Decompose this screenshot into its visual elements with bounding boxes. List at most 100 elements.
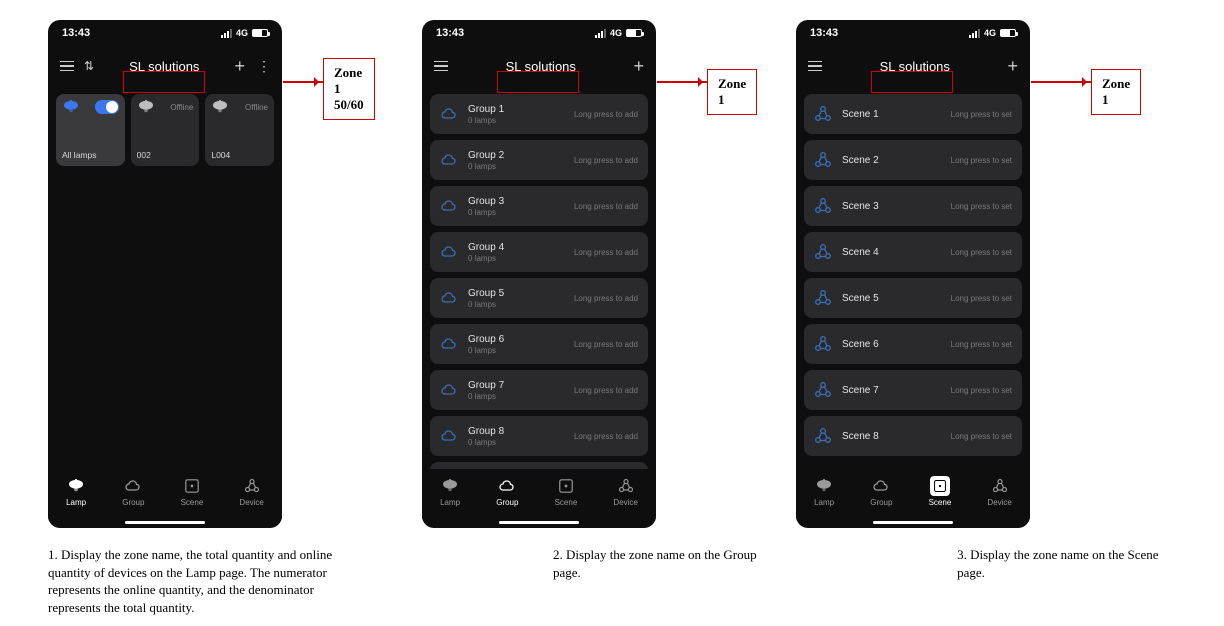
group-row[interactable]: Group 70 lampsLong press to add: [430, 370, 648, 410]
lamp-card-l004[interactable]: Offline L004: [205, 94, 274, 166]
group-hint: Long press to add: [574, 294, 638, 303]
scene-tab-icon: [182, 476, 202, 496]
phone-group: 13:43 4G SL solutions + Group 10 lampsLo…: [422, 20, 656, 528]
group-name: Group 7: [468, 380, 564, 391]
status-bar: 13:43 4G: [48, 20, 282, 46]
callout-text: Zone 1: [718, 76, 746, 107]
scene-hint: Long press to set: [951, 386, 1012, 395]
tab-scene[interactable]: Scene: [555, 476, 578, 507]
tab-device[interactable]: Device: [987, 476, 1011, 507]
cloud-icon: [440, 427, 458, 445]
add-icon[interactable]: +: [234, 56, 245, 77]
scene-hint: Long press to set: [951, 202, 1012, 211]
tab-group[interactable]: Group: [122, 476, 144, 507]
status-time: 13:43: [62, 27, 90, 39]
tab-label: Group: [496, 498, 518, 507]
lamp-card-all[interactable]: All lamps: [56, 94, 125, 166]
nav-bar: SL solutions +: [796, 46, 1030, 86]
phone-block-group: 13:43 4G SL solutions + Group 10 lampsLo…: [422, 20, 656, 528]
home-indicator: [499, 521, 579, 524]
group-row[interactable]: Group 20 lampsLong press to add: [430, 140, 648, 180]
scene-row[interactable]: Scene 7Long press to set: [804, 370, 1022, 410]
tab-label: Group: [122, 498, 144, 507]
group-sub: 0 lamps: [468, 254, 564, 263]
scene-row[interactable]: Scene 2Long press to set: [804, 140, 1022, 180]
tab-scene[interactable]: Scene: [929, 476, 952, 507]
lamp-toggle[interactable]: [95, 100, 119, 114]
tab-lamp[interactable]: Lamp: [814, 476, 834, 507]
lamp-card-002[interactable]: Offline 002: [131, 94, 200, 166]
group-row[interactable]: Group 40 lampsLong press to add: [430, 232, 648, 272]
home-indicator: [125, 521, 205, 524]
scene-content: Scene 1Long press to set Scene 2Long pres…: [796, 86, 1030, 469]
tab-lamp[interactable]: Lamp: [66, 476, 86, 507]
group-tab-icon: [497, 476, 517, 496]
status-right: 4G: [595, 28, 642, 38]
group-name: Group 4: [468, 242, 564, 253]
callout-arrow-3: [1031, 81, 1091, 83]
scene-tab-icon: [930, 476, 950, 496]
scene-row[interactable]: Scene 5Long press to set: [804, 278, 1022, 318]
scene-icon: [814, 289, 832, 307]
signal-icon: [969, 29, 980, 38]
menu-icon[interactable]: [808, 61, 822, 72]
group-row[interactable]: Group 30 lampsLong press to add: [430, 186, 648, 226]
scene-row[interactable]: Scene 6Long press to set: [804, 324, 1022, 364]
caption-3: 3. Display the zone name on the Scene pa…: [957, 546, 1184, 616]
scene-row[interactable]: Scene 4Long press to set: [804, 232, 1022, 272]
scene-row[interactable]: Scene 1Long press to set: [804, 94, 1022, 134]
group-row[interactable]: Group 60 lampsLong press to add: [430, 324, 648, 364]
lamp-icon: [137, 100, 155, 114]
status-right: 4G: [221, 28, 268, 38]
callout-text: 50/60: [334, 97, 364, 113]
status-right: 4G: [969, 28, 1016, 38]
battery-icon: [1000, 29, 1016, 37]
cloud-icon: [440, 197, 458, 215]
group-tab-icon: [871, 476, 891, 496]
tab-bar: Lamp Group Scene Device: [422, 469, 656, 521]
scene-row[interactable]: Scene 3Long press to set: [804, 186, 1022, 226]
sort-icon[interactable]: ⇅: [84, 59, 94, 73]
group-row[interactable]: Group 9: [430, 462, 648, 469]
tab-group[interactable]: Group: [496, 476, 518, 507]
scene-icon: [814, 197, 832, 215]
status-time: 13:43: [436, 27, 464, 39]
tab-group[interactable]: Group: [870, 476, 892, 507]
more-icon[interactable]: ⋮: [257, 58, 270, 75]
device-tab-icon: [242, 476, 262, 496]
tab-device[interactable]: Device: [613, 476, 637, 507]
scene-icon: [814, 105, 832, 123]
battery-icon: [252, 29, 268, 37]
page-title[interactable]: SL solutions: [506, 59, 576, 74]
group-sub: 0 lamps: [468, 116, 564, 125]
callout-arrow-2: [657, 81, 707, 83]
tab-scene[interactable]: Scene: [181, 476, 204, 507]
tab-device[interactable]: Device: [239, 476, 263, 507]
group-hint: Long press to add: [574, 156, 638, 165]
page-title[interactable]: SL solutions: [129, 59, 199, 74]
lamp-content: All lamps Offline 002 Offline: [48, 86, 282, 469]
tab-label: Lamp: [440, 498, 460, 507]
scene-icon: [814, 427, 832, 445]
group-row[interactable]: Group 10 lampsLong press to add: [430, 94, 648, 134]
status-time: 13:43: [810, 27, 838, 39]
scene-row[interactable]: Scene 8Long press to set: [804, 416, 1022, 456]
signal-icon: [221, 29, 232, 38]
lamp-tab-icon: [66, 476, 86, 496]
tab-bar: Lamp Group Scene Device: [796, 469, 1030, 521]
device-tab-icon: [616, 476, 636, 496]
group-row[interactable]: Group 80 lampsLong press to add: [430, 416, 648, 456]
add-icon[interactable]: +: [633, 56, 644, 77]
menu-icon[interactable]: [434, 61, 448, 72]
group-tab-icon: [123, 476, 143, 496]
menu-icon[interactable]: [60, 61, 74, 72]
page-title[interactable]: SL solutions: [880, 59, 950, 74]
scene-hint: Long press to set: [951, 432, 1012, 441]
cloud-icon: [440, 151, 458, 169]
tab-lamp[interactable]: Lamp: [440, 476, 460, 507]
group-row[interactable]: Group 50 lampsLong press to add: [430, 278, 648, 318]
scene-hint: Long press to set: [951, 110, 1012, 119]
add-icon[interactable]: +: [1007, 56, 1018, 77]
group-sub: 0 lamps: [468, 208, 564, 217]
phones-row: 13:43 4G ⇅ SL solutions + ⋮: [40, 20, 1184, 528]
